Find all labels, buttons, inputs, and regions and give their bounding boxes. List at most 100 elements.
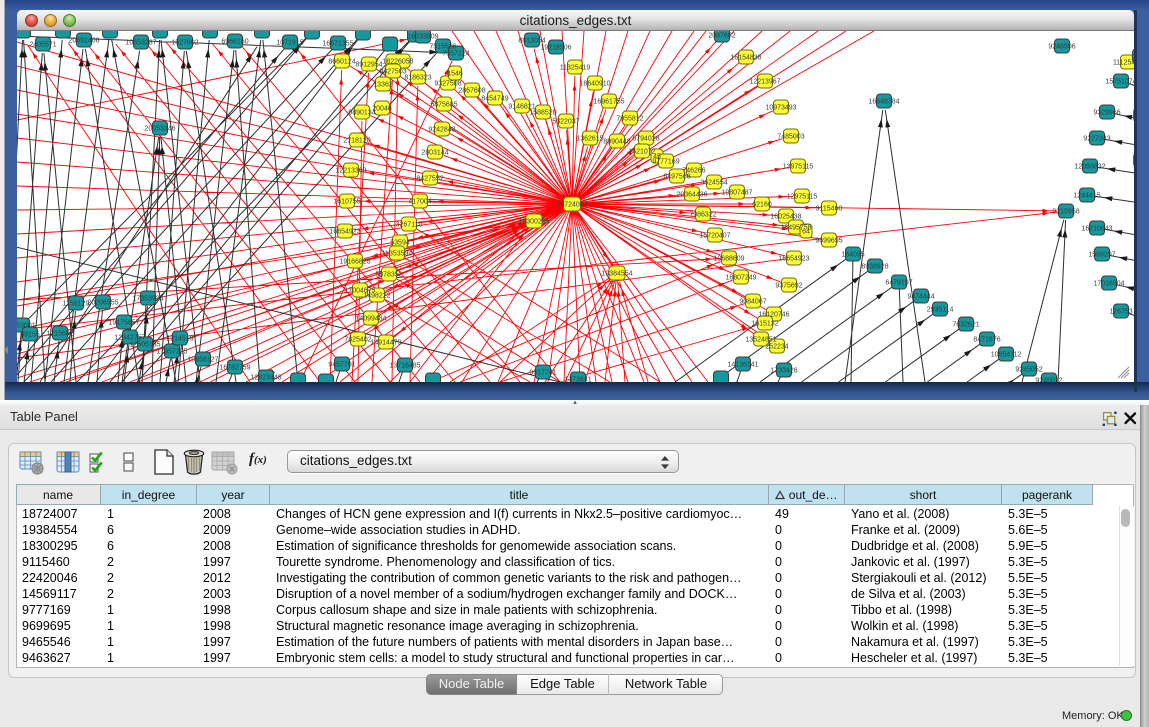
svg-text:2405571: 2405571 [29, 42, 56, 49]
svg-text:10973493: 10973493 [765, 105, 796, 112]
svg-text:8186323: 8186323 [404, 75, 431, 82]
svg-text:16120746: 16120746 [758, 312, 789, 319]
svg-text:7825402: 7825402 [344, 337, 371, 344]
svg-text:11325419: 11325419 [560, 65, 591, 72]
svg-text:9248506: 9248506 [1048, 44, 1075, 51]
svg-text:11353594: 11353594 [382, 251, 413, 258]
svg-text:20364436: 20364436 [676, 192, 707, 199]
svg-text:9777169: 9777169 [652, 159, 679, 166]
svg-text:16671355: 16671355 [322, 41, 353, 48]
svg-text:1610755: 1610755 [333, 199, 360, 206]
svg-text:417004: 417004 [408, 199, 431, 206]
svg-text:17957225: 17957225 [156, 349, 187, 356]
svg-text:10688609: 10688609 [713, 256, 744, 263]
svg-text:9617741: 9617741 [529, 370, 556, 377]
svg-text:9215958: 9215958 [1052, 209, 1079, 216]
svg-text:13975115: 13975115 [783, 164, 814, 171]
svg-text:6497568: 6497568 [663, 174, 690, 181]
svg-text:2867608: 2867608 [458, 88, 485, 95]
svg-text:9329966: 9329966 [1093, 110, 1120, 117]
svg-text:3267110: 3267110 [396, 222, 423, 229]
svg-text:9084067: 9084067 [739, 299, 766, 306]
svg-text:13716485: 13716485 [389, 363, 420, 370]
svg-text:1156129: 1156129 [63, 301, 90, 308]
svg-text:18226058: 18226058 [382, 59, 413, 66]
svg-text:18300295: 18300295 [518, 219, 549, 226]
svg-text:10807487: 10807487 [721, 190, 752, 197]
svg-text:12823448: 12823448 [250, 375, 281, 382]
svg-text:9474444: 9474444 [907, 294, 934, 301]
svg-text:7986322: 7986322 [689, 212, 716, 219]
svg-text:1621072: 1621072 [628, 149, 655, 156]
svg-text:2087682: 2087682 [708, 33, 735, 40]
svg-text:19384554: 19384554 [601, 271, 632, 278]
svg-text:9699695: 9699695 [815, 238, 842, 245]
svg-text:7955812: 7955812 [616, 116, 643, 123]
svg-text:14099484: 14099484 [355, 316, 386, 323]
svg-text:15751074: 15751074 [1105, 79, 1134, 86]
svg-text:7357224: 7357224 [442, 51, 469, 58]
svg-text:8454749: 8454749 [481, 96, 508, 103]
svg-text:13524851: 13524851 [745, 337, 776, 344]
svg-text:9245012: 9245012 [1035, 378, 1062, 383]
svg-text:8912954: 8912954 [355, 62, 382, 69]
svg-text:9115460: 9115460 [816, 206, 843, 213]
svg-text:62160: 62160 [752, 202, 772, 209]
svg-text:17016504: 17016504 [1093, 281, 1124, 288]
svg-text:6966160: 6966160 [221, 39, 248, 46]
svg-text:16961755: 16961755 [593, 99, 624, 106]
svg-text:164095: 164095 [841, 252, 864, 259]
svg-text:1546: 1546 [447, 71, 463, 78]
svg-text:20691406: 20691406 [68, 38, 99, 45]
svg-text:64: 64 [802, 229, 810, 236]
svg-text:6794028: 6794028 [632, 136, 659, 143]
svg-text:252234: 252234 [765, 344, 788, 351]
svg-text:15720407: 15720407 [699, 233, 730, 240]
svg-text:9245052: 9245052 [1015, 367, 1042, 374]
svg-text:9242848: 9242848 [428, 127, 455, 134]
svg-text:2935114: 2935114 [927, 307, 954, 314]
svg-text:16154838: 16154838 [730, 55, 761, 62]
svg-text:7632621: 7632621 [952, 322, 979, 329]
svg-text:9375692: 9375692 [775, 283, 802, 290]
svg-text:18724007: 18724007 [556, 202, 587, 209]
svg-text:9890134: 9890134 [348, 110, 375, 117]
svg-text:18640910: 18640910 [579, 81, 610, 88]
svg-text:6479197: 6479197 [885, 280, 912, 287]
svg-text:12213967: 12213967 [749, 79, 780, 86]
svg-text:5875685: 5875685 [430, 102, 457, 109]
svg-text:9327503: 9327503 [379, 69, 406, 76]
svg-text:2718120: 2718120 [343, 138, 370, 145]
svg-text:9327508: 9327508 [434, 81, 461, 88]
svg-text:1353001: 1353001 [17, 323, 36, 330]
svg-text:8938928: 8938928 [861, 264, 888, 271]
svg-text:17353924: 17353924 [132, 296, 163, 303]
svg-text:16210643: 16210643 [1081, 226, 1112, 233]
svg-text:12505135: 12505135 [129, 342, 160, 349]
svg-text:9227343: 9227343 [1083, 136, 1110, 143]
svg-text:19175857: 19175857 [108, 320, 139, 327]
svg-text:1569297: 1569297 [1088, 252, 1115, 259]
svg-text:1244415: 1244415 [1073, 193, 1100, 200]
svg-text:1588520: 1588520 [529, 110, 556, 117]
svg-text:13362: 13362 [373, 82, 393, 89]
svg-text:2803144: 2803144 [421, 150, 448, 157]
svg-text:11125419: 11125419 [1113, 60, 1134, 67]
svg-text:19166825: 19166825 [339, 259, 370, 266]
svg-text:9457791: 9457791 [328, 362, 355, 369]
svg-text:1733426: 1733426 [770, 368, 797, 375]
svg-text:5878352: 5878352 [375, 272, 402, 279]
svg-text:1527602: 1527602 [171, 40, 198, 47]
svg-text:14914479: 14914479 [370, 340, 401, 347]
svg-text:20053346: 20053346 [144, 126, 175, 133]
svg-text:1214519: 1214519 [166, 336, 193, 343]
svg-text:7485003: 7485003 [777, 134, 804, 141]
svg-text:8471676: 8471676 [973, 337, 1000, 344]
svg-text:8813054: 8813054 [518, 38, 545, 45]
svg-text:1373641: 1373641 [564, 377, 591, 383]
svg-text:10654112: 10654112 [991, 352, 1022, 359]
svg-text:8427552: 8427552 [416, 176, 443, 183]
svg-text:12975115: 12975115 [787, 194, 818, 201]
svg-text:12093832: 12093832 [1074, 164, 1105, 171]
svg-text:17004675: 17004675 [344, 288, 375, 295]
